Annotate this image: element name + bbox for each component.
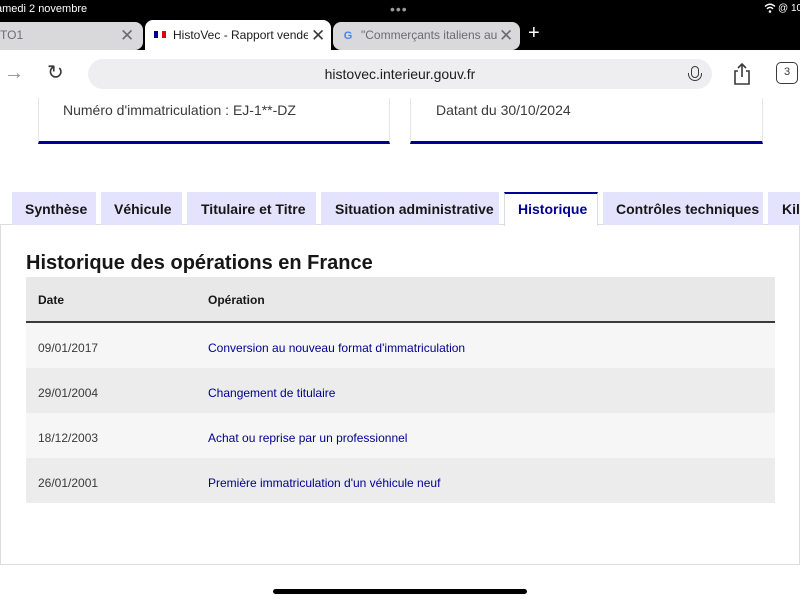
wifi-icon	[764, 3, 776, 13]
row-operation: Première immatriculation d'un véhicule n…	[208, 476, 441, 490]
tab-controles-techniques[interactable]: Contrôles techniques	[603, 192, 763, 225]
history-table: Date Opération 09/01/2017 Conversion au …	[26, 277, 775, 503]
row-date: 09/01/2017	[38, 341, 99, 355]
location-icon: @	[778, 3, 789, 14]
tab-kilometrage[interactable]: Kilométrage	[768, 192, 800, 225]
row-date: 29/01/2004	[38, 386, 99, 400]
browser-tab-3[interactable]: G "Commerçants italiens au… ✕	[333, 22, 520, 50]
url-text: histovec.interieur.gouv.fr	[324, 66, 476, 82]
battery-text: 10	[790, 3, 800, 14]
french-flag-icon	[154, 31, 166, 38]
multitask-dots-icon[interactable]: •••	[390, 1, 408, 17]
browser-tab-title: HistoVec - Rapport vendeur	[173, 28, 308, 42]
row-operation: Conversion au nouveau format d'immatricu…	[208, 341, 466, 355]
tab-label: Historique	[518, 201, 588, 217]
row-date: 26/01/2001	[38, 476, 99, 490]
header-date: Date	[38, 293, 65, 307]
share-icon[interactable]	[733, 63, 751, 85]
tab-vehicule[interactable]: Véhicule	[101, 192, 182, 225]
browser-tab-bar: TO1 ✕ HistoVec - Rapport vendeur ✕ G "Co…	[0, 20, 800, 50]
table-header: Date Opération	[26, 277, 775, 323]
close-tab-icon[interactable]: ✕	[499, 27, 513, 45]
tab-label: Synthèse	[25, 201, 88, 217]
table-body: 09/01/2017 Conversion au nouveau format …	[26, 323, 775, 503]
table-row: 26/01/2001 Première immatriculation d'un…	[26, 458, 775, 503]
status-right: @ 10	[778, 3, 800, 14]
section-title: Historique des opérations en France	[26, 252, 373, 274]
tab-label: Titulaire et Titre	[201, 201, 306, 217]
row-date: 18/12/2003	[38, 431, 99, 445]
report-date-card: Datant du 30/10/2024	[410, 98, 763, 144]
tab-synthese[interactable]: Synthèse	[12, 192, 96, 225]
google-icon: G	[343, 30, 353, 42]
home-indicator[interactable]	[273, 589, 527, 594]
table-row: 18/12/2003 Achat ou reprise par un profe…	[26, 413, 775, 458]
tab-label: Kilométrage	[782, 201, 800, 217]
reload-button[interactable]: ↻	[47, 62, 64, 84]
registration-number: Numéro d'immatriculation : EJ-1**-DZ	[63, 102, 296, 118]
close-tab-icon[interactable]: ✕	[311, 27, 325, 45]
registration-card: Numéro d'immatriculation : EJ-1**-DZ	[38, 98, 390, 144]
browser-toolbar: → ↻ histovec.interieur.gouv.fr 3	[0, 50, 800, 98]
browser-tab-title: "Commerçants italiens au…	[361, 28, 499, 42]
tab-historique[interactable]: Historique	[504, 192, 598, 226]
address-bar[interactable]: histovec.interieur.gouv.fr	[88, 59, 712, 89]
tab-label: Véhicule	[114, 201, 172, 217]
table-row: 09/01/2017 Conversion au nouveau format …	[26, 323, 775, 368]
browser-tab-1[interactable]: TO1 ✕	[0, 22, 143, 50]
browser-tab-title: TO1	[0, 28, 24, 42]
tab-situation-administrative[interactable]: Situation administrative	[321, 192, 499, 225]
tab-overview-button[interactable]: 3	[776, 62, 798, 84]
close-tab-icon[interactable]: ✕	[120, 27, 134, 45]
browser-tab-2[interactable]: HistoVec - Rapport vendeur ✕	[145, 20, 331, 50]
new-tab-button[interactable]: +	[528, 23, 540, 43]
table-row: 29/01/2004 Changement de titulaire	[26, 368, 775, 413]
header-operation: Opération	[208, 293, 265, 307]
row-operation: Achat ou reprise par un professionnel	[208, 431, 408, 445]
report-tabs: Synthèse Véhicule Titulaire et Titre Sit…	[0, 192, 800, 226]
tab-label: Situation administrative	[335, 201, 494, 217]
tab-titulaire[interactable]: Titulaire et Titre	[187, 192, 316, 225]
row-operation: Changement de titulaire	[208, 386, 336, 400]
status-bar: amedi 2 novembre ••• @ 10	[0, 0, 800, 20]
report-date: Datant du 30/10/2024	[436, 102, 571, 118]
tab-label: Contrôles techniques	[616, 201, 760, 217]
status-date: amedi 2 novembre	[0, 3, 88, 15]
forward-button[interactable]: →	[4, 62, 24, 84]
